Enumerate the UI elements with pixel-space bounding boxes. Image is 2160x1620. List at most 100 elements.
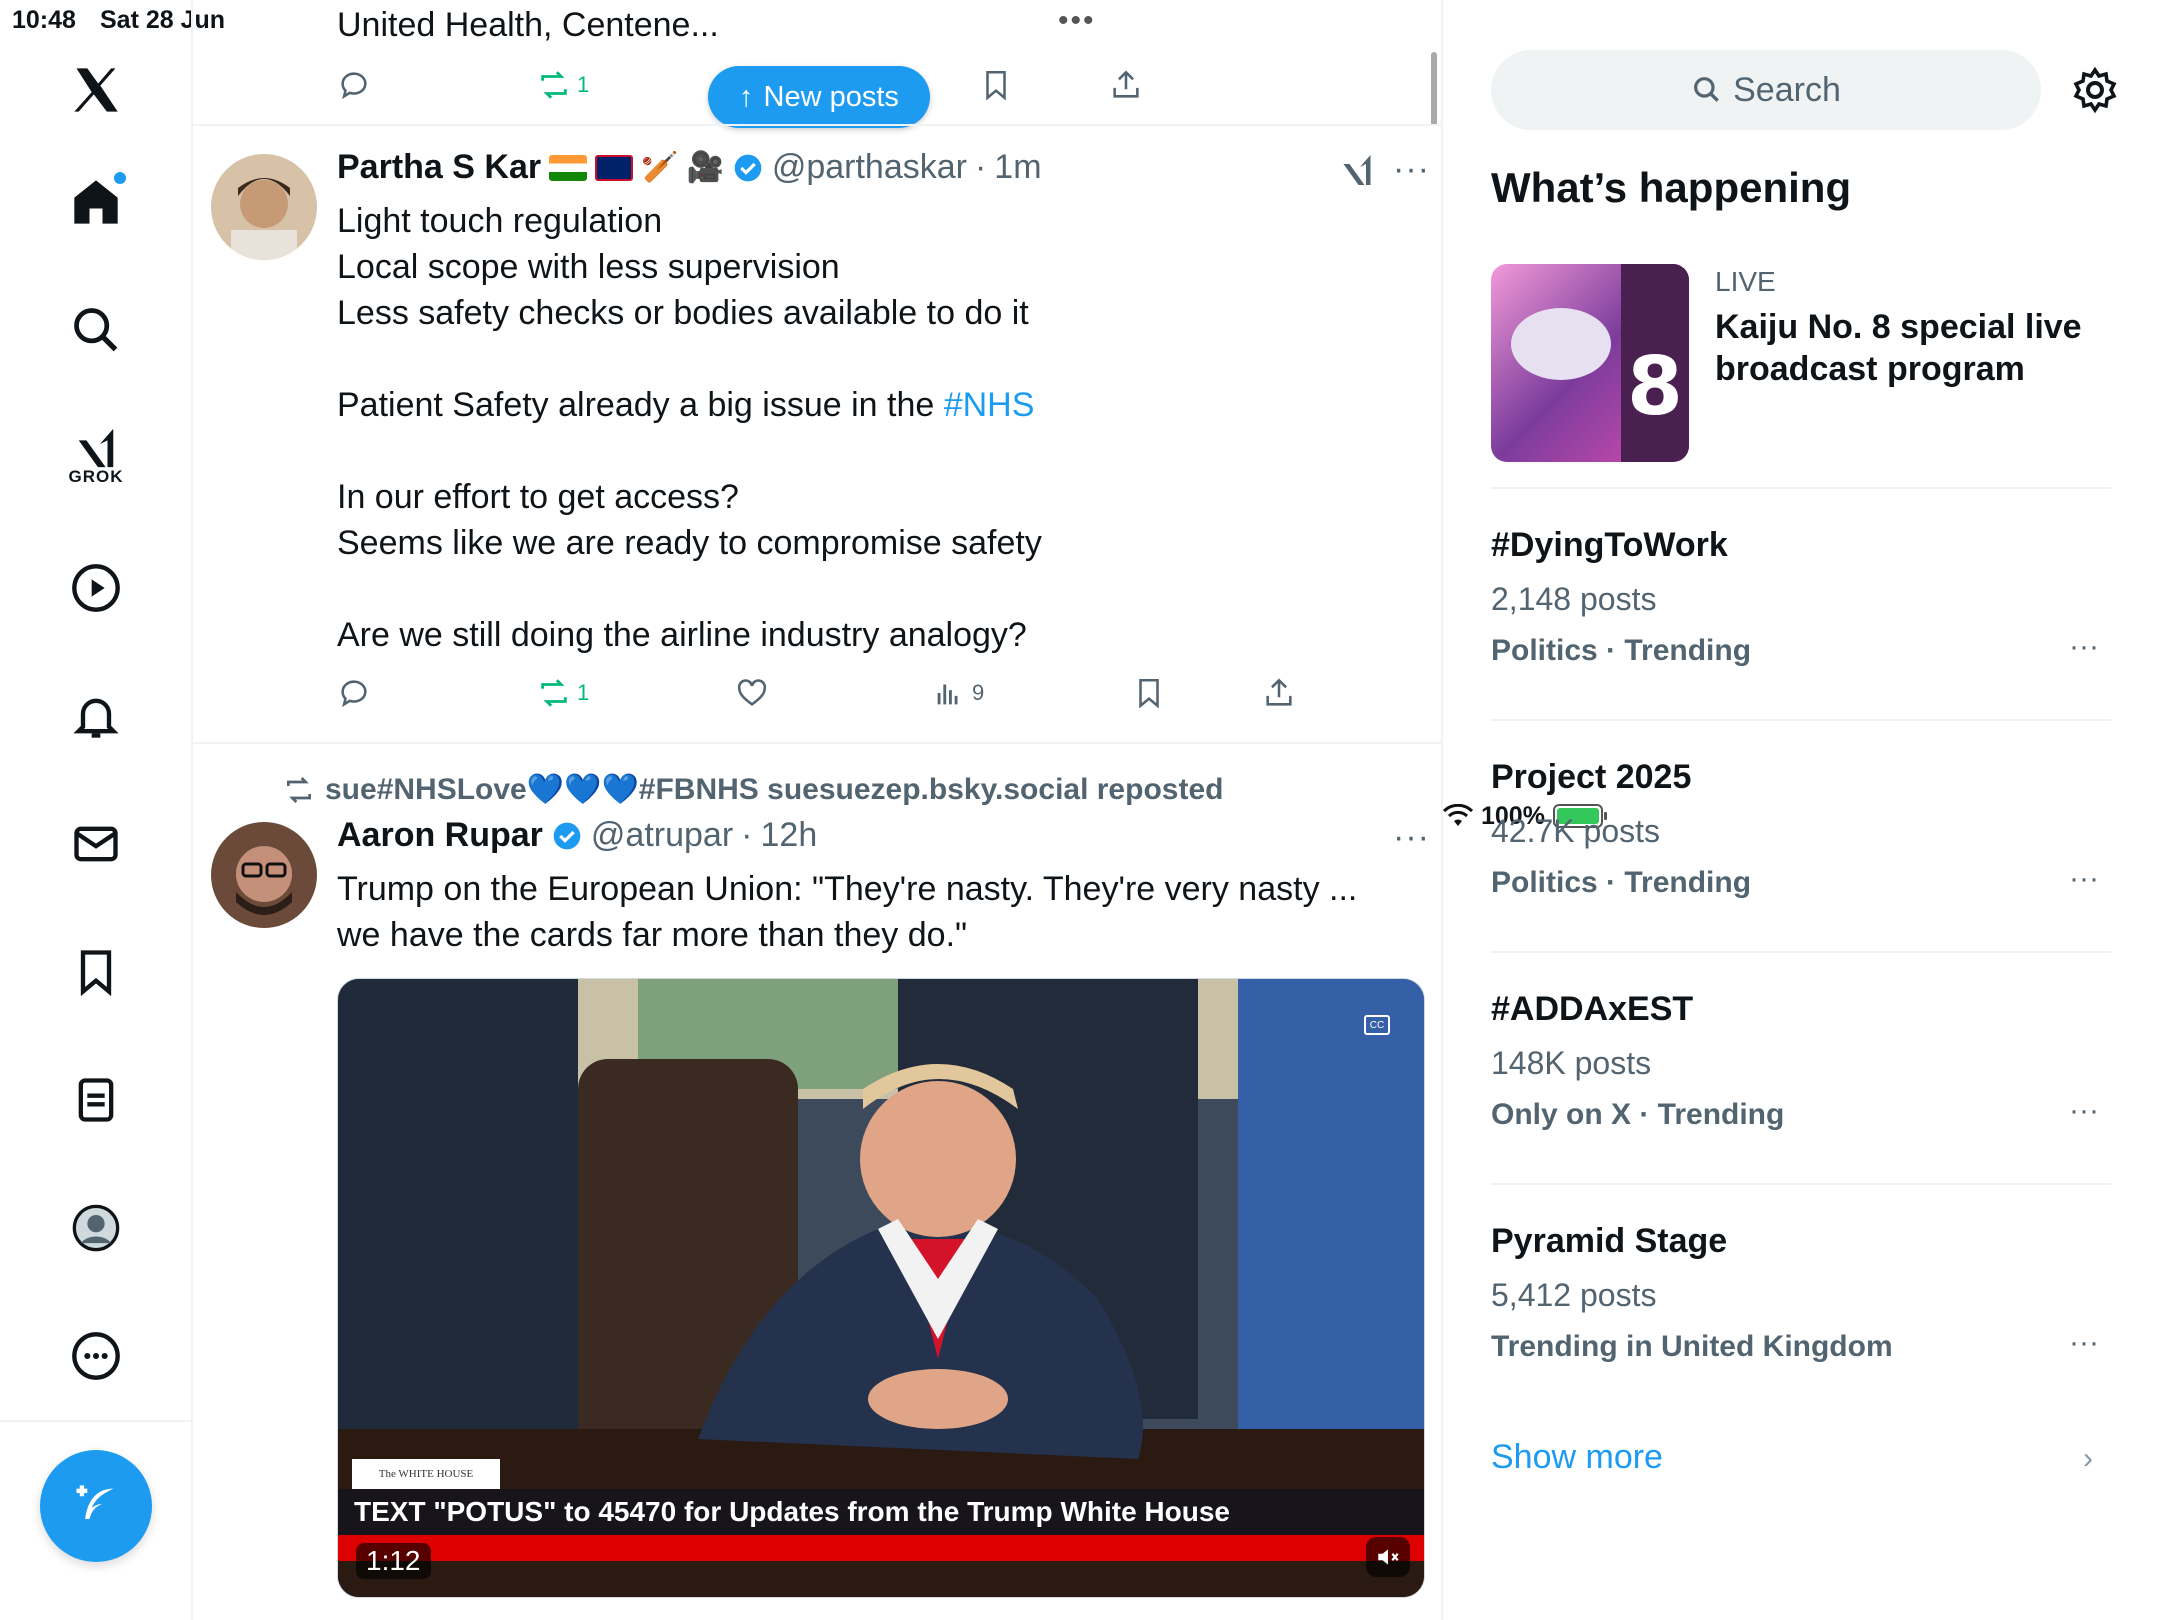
trend-item[interactable]: #DyingToWork 2,148 posts Politics · Tren… <box>1491 526 2111 668</box>
video-play-icon[interactable] <box>52 544 140 632</box>
views-button[interactable]: 9 <box>932 676 984 710</box>
settings-gear-icon[interactable] <box>2071 66 2119 114</box>
search-icon <box>1694 77 1720 102</box>
grok-icon[interactable]: GROK <box>52 412 140 500</box>
lists-icon[interactable] <box>52 1056 140 1144</box>
mute-toggle-button[interactable] <box>1366 1537 1410 1577</box>
live-event-thumbnail[interactable]: 8 <box>1491 264 1689 462</box>
trend-item[interactable]: Pyramid Stage 5,412 posts Trending in Un… <box>1491 1222 2111 1364</box>
post-more-button[interactable]: ··· <box>1393 818 1430 857</box>
profile-avatar-icon[interactable] <box>52 1184 140 1272</box>
trend-name: Pyramid Stage <box>1491 1222 1728 1260</box>
trend-item[interactable]: #ADDAxEST 148K posts Only on X · Trendin… <box>1491 990 2111 1132</box>
reposted-by-line[interactable]: sue#NHSLove💙💙💙#FBNHS suesuezep.bsky.soci… <box>283 772 1223 807</box>
grok-label: GROK <box>68 467 124 486</box>
post-text-part-1: Light touch regulation Local scope with … <box>337 202 1029 424</box>
search-input[interactable]: Search <box>1491 50 2041 130</box>
avatar[interactable] <box>211 822 317 928</box>
trend-posts: 2,148 posts <box>1491 581 1657 617</box>
whats-happening-title: What’s happening <box>1491 164 1852 211</box>
messages-mail-icon[interactable] <box>52 800 140 888</box>
author-name[interactable]: Partha S Kar <box>337 148 541 187</box>
trend-name: Project 2025 <box>1491 758 1692 796</box>
post-body: Trump on the European Union: "They're na… <box>337 870 1358 954</box>
trend-category: Only on X · Trending <box>1491 1098 1785 1131</box>
verified-badge-icon <box>553 822 581 849</box>
live-label: LIVE <box>1715 266 1776 297</box>
post-body: Light touch regulation Local scope with … <box>337 198 1407 658</box>
nav-divider <box>0 1420 193 1422</box>
repost-button[interactable]: 1 <box>537 676 589 710</box>
post-time[interactable]: 1m <box>994 148 1041 187</box>
left-nav: GROK <box>0 0 193 1620</box>
notifications-bell-icon[interactable] <box>52 672 140 760</box>
trend-divider <box>1491 1183 2111 1185</box>
arrow-up-icon: ↑ <box>739 80 754 113</box>
x-logo-icon[interactable] <box>52 46 140 134</box>
scrollbar[interactable] <box>1431 52 1437 126</box>
new-posts-label: New posts <box>763 80 899 113</box>
svg-text:8: 8 <box>1627 340 1683 433</box>
trend-more-button[interactable]: ··· <box>2069 1094 2099 1128</box>
avatar[interactable] <box>211 154 317 260</box>
trend-posts: 5,412 posts <box>1491 1277 1657 1313</box>
share-icon <box>1113 70 1139 98</box>
reply-button[interactable] <box>337 676 371 710</box>
separator-dot: · <box>741 816 753 854</box>
india-flag-icon <box>549 154 588 181</box>
author-name[interactable]: Aaron Rupar <box>337 816 543 855</box>
trend-more-button[interactable]: ··· <box>2069 630 2099 664</box>
trend-category: Politics · Trending <box>1491 866 1752 899</box>
reply-icon <box>341 72 367 100</box>
heart-icon <box>737 679 767 706</box>
chevron-right-icon: › <box>2083 1442 2093 1475</box>
bookmark-button[interactable] <box>979 68 1013 102</box>
trend-more-button[interactable]: ··· <box>2069 862 2099 896</box>
more-options-icon[interactable] <box>52 1312 140 1400</box>
bookmarks-icon[interactable] <box>52 928 140 1016</box>
trend-item[interactable]: Project 2025 42.7K posts Politics · Tren… <box>1491 758 2111 900</box>
video-timecode: 1:12 <box>356 1543 431 1579</box>
trend-more-button[interactable]: ··· <box>2069 1326 2099 1360</box>
new-posts-button[interactable]: ↑ New posts <box>708 66 930 128</box>
author-handle[interactable]: @parthaskar <box>772 148 967 187</box>
cricket-icon: 🏏 <box>641 151 679 184</box>
views-count: 9 <box>972 680 985 705</box>
post-more-button[interactable]: ··· <box>1393 150 1430 189</box>
share-button[interactable] <box>1262 676 1296 710</box>
video-player[interactable]: CC The WHITE HOUSE TEXT "POTUS" to 45470… <box>337 978 1425 1598</box>
white-house-logo: The WHITE HOUSE <box>352 1459 500 1489</box>
grok-post-icon[interactable] <box>1339 152 1375 188</box>
trend-category: Trending in United Kingdom <box>1491 1330 1893 1363</box>
closed-captions-icon[interactable]: CC <box>1364 1015 1390 1035</box>
trend-divider <box>1491 951 2111 953</box>
trend-posts: 148K posts <box>1491 1045 1652 1081</box>
hashtag-link[interactable]: #NHS <box>944 386 1035 424</box>
movie-camera-icon: 🎥 <box>686 151 724 184</box>
bookmark-icon <box>986 70 1006 101</box>
video-banner-bar <box>338 1535 1424 1561</box>
bookmark-button[interactable] <box>1132 676 1166 710</box>
post-header: Partha S Kar 🏏 🎥 @parthaskar · 1m <box>337 148 1042 187</box>
trend-divider <box>1491 719 2111 721</box>
repost-button[interactable]: 1 <box>537 68 589 102</box>
share-button[interactable] <box>1109 68 1143 102</box>
live-event-title[interactable]: Kaiju No. 8 special live broadcast progr… <box>1715 306 2135 390</box>
home-icon[interactable] <box>52 158 140 246</box>
compose-post-button[interactable] <box>40 1450 152 1562</box>
trend-posts: 42.7K posts <box>1491 813 1660 849</box>
explore-search-icon[interactable] <box>52 286 140 374</box>
bookmark-icon <box>1139 678 1159 709</box>
author-handle[interactable]: @atrupar <box>591 816 733 855</box>
repost-small-icon <box>287 776 311 803</box>
like-button[interactable] <box>735 676 769 710</box>
timeline-feed[interactable]: United Health, Centene... 1 1 ↑ New post… <box>193 0 1443 1620</box>
share-icon <box>1266 678 1292 706</box>
search-placeholder: Search <box>1733 70 1841 109</box>
reply-button[interactable] <box>337 68 371 102</box>
post-time[interactable]: 12h <box>761 816 818 855</box>
show-more-link[interactable]: Show more <box>1491 1438 1663 1477</box>
trend-name: #DyingToWork <box>1491 526 1728 564</box>
home-notification-dot <box>114 172 126 184</box>
reposted-by-text: sue#NHSLove💙💙💙#FBNHS suesuezep.bsky.soci… <box>325 773 1224 806</box>
